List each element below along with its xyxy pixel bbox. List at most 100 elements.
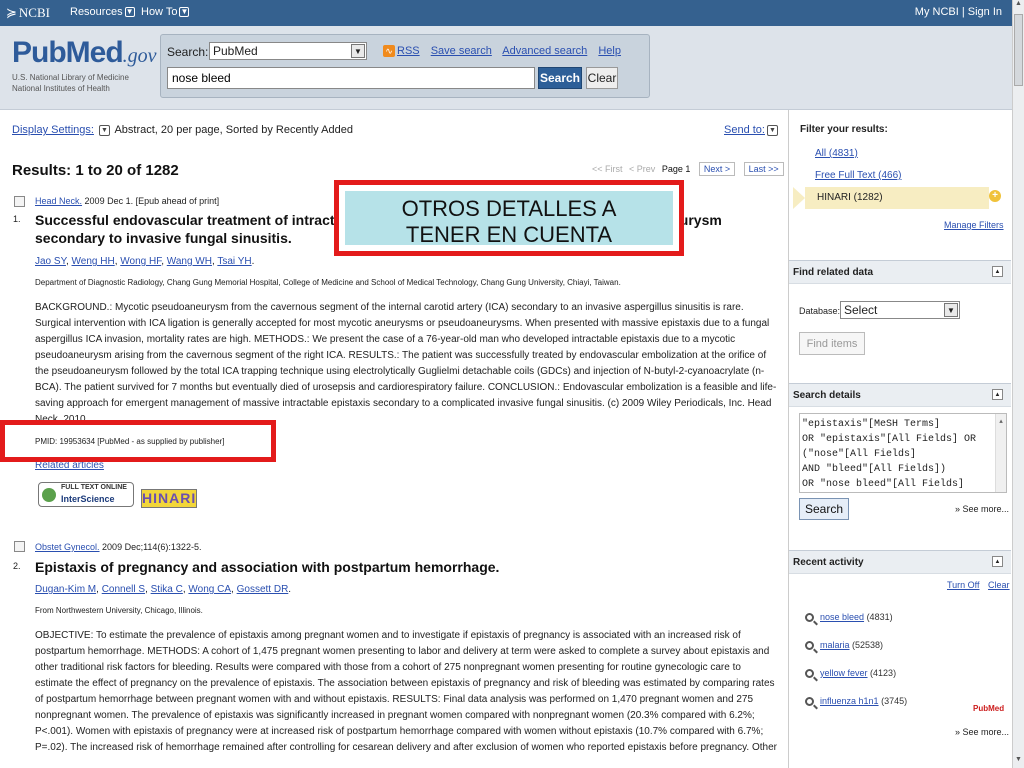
account-links[interactable]: My NCBI | Sign In [915, 6, 1002, 18]
pager-first[interactable]: << First [592, 164, 623, 174]
source-detail: 2009 Dec 1. [Epub ahead of print] [84, 196, 220, 206]
clear-button[interactable]: Clear [586, 67, 618, 89]
chevron-down-icon: ▼ [124, 7, 135, 18]
clear-activity-link[interactable]: Clear [988, 580, 1010, 590]
author-link[interactable]: Wang WH [167, 256, 212, 267]
resources-label: Resources [70, 6, 123, 18]
recent-activity-header[interactable]: Recent activity ▲ [789, 550, 1011, 574]
pager-next[interactable]: Next > [698, 162, 736, 176]
journal-link[interactable]: Head Neck. [35, 196, 82, 206]
recent-term-link[interactable]: nose bleed [820, 612, 864, 622]
collapse-icon[interactable]: ▲ [992, 266, 1003, 277]
author-link[interactable]: Dugan-Kim M [35, 584, 96, 595]
chevron-down-icon: ▼ [179, 7, 190, 18]
author-link[interactable]: Wong CA [188, 584, 231, 595]
add-filter-icon[interactable]: + [989, 190, 1001, 202]
advanced-search-link[interactable]: Advanced search [502, 45, 587, 57]
author-link[interactable]: Wong HF [120, 256, 161, 267]
find-items-button[interactable]: Find items [799, 332, 865, 355]
rss-link[interactable]: ∿ RSS [383, 45, 420, 58]
chevron-down-icon[interactable]: ▼ [99, 124, 110, 136]
search-panel: Search: PubMed ▼ ∿ RSS Save search Advance… [160, 34, 650, 98]
chevron-down-icon: ▼ [944, 303, 958, 317]
recent-item: nose bleed (4831) [805, 612, 893, 623]
collapse-icon[interactable]: ▲ [992, 556, 1003, 567]
chevron-down-icon: ▼ [766, 124, 778, 136]
journal-link[interactable]: Obstet Gynecol. [35, 542, 100, 552]
search-icon [805, 613, 814, 623]
author-link[interactable]: Tsai YH [217, 256, 251, 267]
result-checkbox[interactable] [14, 541, 25, 552]
filter-all[interactable]: All (4831) [815, 148, 858, 159]
result-title[interactable]: Epistaxis of pregnancy and association w… [35, 559, 499, 576]
save-search-link[interactable]: Save search [431, 45, 492, 57]
author-link[interactable]: Stika C [151, 584, 183, 595]
search-button[interactable]: Search [538, 67, 582, 89]
pager-prev[interactable]: < Prev [629, 164, 655, 174]
author-link[interactable]: Gossett DR [237, 584, 289, 595]
annotation-line2: TENER EN CUENTA [405, 222, 613, 247]
author-link[interactable]: Connell S [102, 584, 145, 595]
textarea-scrollbar[interactable]: ▲▼ [995, 414, 1006, 492]
chevron-down-icon: ▼ [351, 44, 365, 58]
ncbi-brand: NCBI [18, 5, 50, 20]
search-icon [805, 641, 814, 651]
ncbi-logo[interactable]: ≽ NCBI [6, 5, 50, 21]
related-data-header[interactable]: Find related data ▲ [789, 260, 1011, 284]
pmid-highlight-box [0, 420, 276, 462]
filter-free-full-text[interactable]: Free Full Text (466) [815, 170, 902, 181]
send-to-link[interactable]: Send to: [724, 124, 765, 136]
resources-menu[interactable]: Resources ▼ [70, 6, 135, 18]
annotation-text: OTROS DETALLES A TENER EN CUENTA [345, 191, 673, 247]
collapse-icon[interactable]: ▲ [992, 389, 1003, 400]
scroll-up-icon[interactable]: ▲ [1013, 0, 1024, 12]
pubmed-logo[interactable]: PubMed.gov U.S. National Library of Medi… [12, 36, 157, 94]
details-see-more-link[interactable]: » See more... [955, 504, 1009, 514]
search-toplinks: ∿ RSS Save search Advanced search Help [383, 45, 629, 58]
result-authors: Dugan-Kim M, Connell S, Stika C, Wong CA… [35, 584, 292, 595]
display-settings-link[interactable]: Display Settings: [12, 124, 94, 136]
scroll-down-icon[interactable]: ▼ [1013, 756, 1024, 768]
filter-title: Filter your results: [800, 124, 888, 135]
recent-count: (3745) [881, 696, 908, 706]
manage-filters-link[interactable]: Manage Filters [944, 220, 1004, 230]
recent-term-link[interactable]: malaria [820, 640, 850, 650]
database-label: Database: [799, 306, 841, 316]
turn-off-link[interactable]: Turn Off [947, 580, 980, 590]
recent-see-more-link[interactable]: » See more... [955, 727, 1009, 737]
recent-term-link[interactable]: influenza h1n1 [820, 696, 879, 706]
pager-last[interactable]: Last >> [743, 162, 784, 176]
recent-count: (4831) [866, 612, 893, 622]
result-checkbox[interactable] [14, 196, 25, 207]
result-title-line1[interactable]: Successful endovascular treatment of int… [35, 212, 722, 229]
annotation-line1: OTROS DETALLES A [401, 196, 617, 221]
database-select[interactable]: PubMed ▼ [209, 42, 367, 60]
howto-menu[interactable]: How To ▼ [141, 6, 190, 18]
scrollbar-thumb[interactable] [1014, 14, 1023, 86]
pubmed-tag: PubMed [973, 704, 1005, 713]
logo-med: Med [65, 36, 124, 69]
result-number: 2. [13, 561, 21, 571]
rss-label: RSS [397, 45, 420, 57]
author-link[interactable]: Weng HH [72, 256, 115, 267]
source-detail: 2009 Dec;114(6):1322-5. [102, 542, 202, 552]
result-title-line2[interactable]: secondary to invasive fungal sinusitis. [35, 230, 292, 247]
details-search-button[interactable]: Search [799, 498, 849, 520]
search-details-textarea[interactable]: "epistaxis"[MeSH Terms] OR "epistaxis"[A… [799, 413, 1007, 493]
recent-term-link[interactable]: yellow fever [820, 668, 868, 678]
send-to[interactable]: Send to: ▼ [724, 124, 780, 136]
annotation-callout: OTROS DETALLES A TENER EN CUENTA [334, 180, 684, 256]
result-number: 1. [13, 214, 21, 224]
filter-hinari-active[interactable]: HINARI (1282) [793, 187, 989, 209]
fulltext-label: FULL TEXT ONLINE [61, 484, 127, 491]
interscience-label: InterScience [61, 494, 115, 504]
fulltext-interscience-badge[interactable]: FULL TEXT ONLINE InterScience [38, 482, 134, 507]
author-link[interactable]: Jao SY [35, 256, 66, 267]
recent-item: yellow fever (4123) [805, 668, 896, 679]
hinari-badge[interactable]: HINARI [141, 489, 197, 508]
page-scrollbar[interactable]: ▲ ▼ [1012, 0, 1024, 768]
search-input[interactable] [167, 67, 535, 89]
help-link[interactable]: Help [598, 45, 621, 57]
related-database-select[interactable]: Select ▼ [840, 301, 960, 319]
search-details-header[interactable]: Search details ▲ [789, 383, 1011, 407]
